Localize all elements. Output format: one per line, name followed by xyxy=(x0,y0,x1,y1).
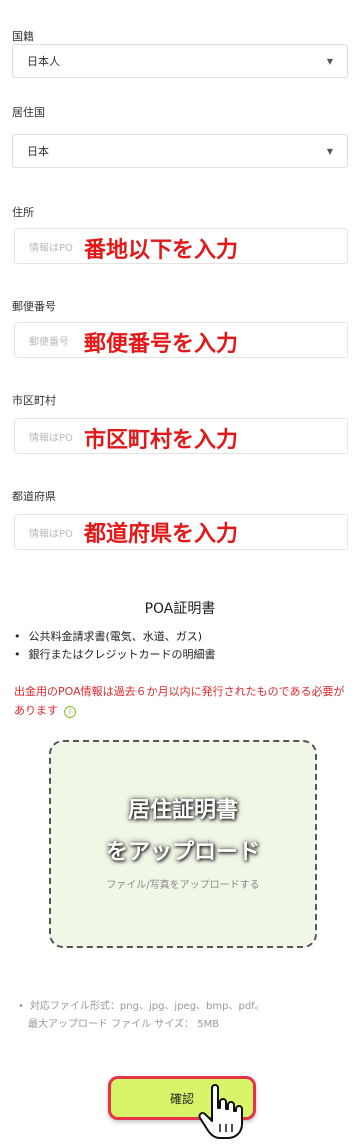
poa-item-bank-statement: 銀行またはクレジットカードの明細書 xyxy=(14,646,216,664)
confirm-label: 確認 xyxy=(169,1091,194,1106)
address-overlay-note: 番地以下を入力 xyxy=(84,238,239,263)
residence-country-label: 居住国 xyxy=(12,106,45,119)
city-label: 市区町村 xyxy=(12,394,56,407)
upload-overlay-line-1: 居住証明書 xyxy=(127,798,238,823)
upload-requirements: 対応ファイル形式：png、jpg、jpeg、bmp、pdf。 最大アップロード … xyxy=(18,998,265,1034)
hand-pointer-icon xyxy=(198,1084,243,1139)
poa-document-list: 公共料金請求書(電気、水道、ガス) 銀行またはクレジットカードの明細書 xyxy=(14,628,216,664)
poa-title: POA証明書 xyxy=(144,601,216,617)
poa-warning: 出金用のPOA情報は過去６か月以内に発行されたものである必要があります i xyxy=(14,682,348,720)
nationality-value: 日本人 xyxy=(27,55,60,68)
address-label: 住所 xyxy=(12,206,34,219)
upload-overlay-line-2: をアップロード xyxy=(105,840,260,865)
chevron-down-icon: ▼ xyxy=(326,146,333,156)
info-icon[interactable]: i xyxy=(64,706,76,718)
residence-country-value: 日本 xyxy=(27,145,49,158)
city-placeholder: 情報はPO xyxy=(29,432,73,444)
postal-code-label: 郵便番号 xyxy=(12,300,56,313)
poa-item-utility-bill: 公共料金請求書(電気、水道、ガス) xyxy=(14,628,216,646)
chevron-down-icon: ▼ xyxy=(326,56,333,66)
supported-formats: 対応ファイル形式：png、jpg、jpeg、bmp、pdf。 xyxy=(18,998,265,1016)
prefecture-overlay-note: 都道府県を入力 xyxy=(84,522,239,547)
postal-code-overlay-note: 郵便番号を入力 xyxy=(84,332,239,357)
nationality-select[interactable]: 日本人 ▼ xyxy=(12,44,348,78)
upload-label: ファイル/写真をアップロードする xyxy=(106,880,260,891)
max-file-size: 最大アップロード ファイル サイズ： 5MB xyxy=(28,1019,220,1030)
city-overlay-note: 市区町村を入力 xyxy=(84,428,239,453)
prefecture-label: 都道府県 xyxy=(12,490,56,503)
postal-code-placeholder: 郵便番号 xyxy=(29,336,69,348)
residence-country-select[interactable]: 日本 ▼ xyxy=(12,134,348,168)
nationality-label: 国籍 xyxy=(12,30,34,43)
prefecture-placeholder: 情報はPO xyxy=(29,528,73,540)
address-placeholder: 情報はPO xyxy=(29,242,73,254)
